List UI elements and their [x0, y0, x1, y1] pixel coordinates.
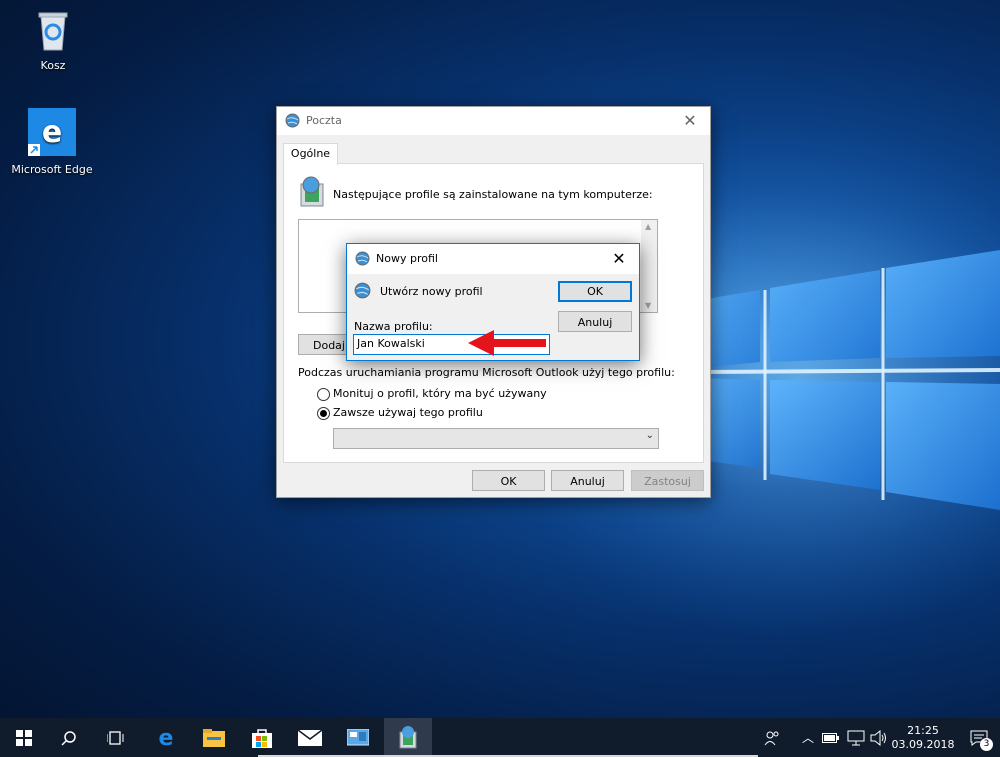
new-profile-ok-button[interactable]: OK [558, 281, 632, 302]
apply-button[interactable]: Zastosuj [631, 470, 704, 491]
battery-button[interactable] [820, 718, 842, 757]
search-button[interactable] [45, 718, 93, 757]
scroll-up-icon[interactable]: ▲ [645, 222, 651, 231]
task-view-icon [107, 730, 124, 745]
radio-prompt-label: Monituj o profil, który ma być używany [333, 387, 547, 400]
mail-dialog-titlebar[interactable]: Poczta ✕ [277, 107, 710, 135]
new-profile-header-text: Utwórz nowy profil [380, 285, 483, 298]
start-icon [16, 729, 32, 746]
taskbar-store[interactable] [238, 718, 286, 757]
taskbar-mail-profile-active[interactable] [384, 718, 432, 757]
network-button[interactable] [845, 718, 867, 757]
mail-globe-icon [355, 251, 370, 269]
start-button[interactable] [0, 718, 48, 757]
notification-badge: 3 [980, 738, 993, 751]
task-view-button[interactable] [92, 718, 140, 757]
new-profile-globe-icon [354, 282, 371, 302]
clock[interactable]: 21:25 03.09.2018 [891, 718, 955, 757]
profile-select[interactable]: ⌄ [333, 428, 659, 449]
network-icon [847, 730, 865, 745]
volume-button[interactable] [868, 718, 890, 757]
taskbar: e ︿ 21:25 03.09.2018 3 [0, 718, 1000, 757]
taskbar-file-explorer[interactable] [190, 718, 238, 757]
clock-date: 03.09.2018 [891, 737, 955, 751]
taskbar-control-panel[interactable] [334, 718, 382, 757]
scroll-down-icon[interactable]: ▼ [645, 301, 651, 310]
mail-profiles-icon [297, 176, 327, 211]
desktop-icon-label: Kosz [40, 59, 66, 72]
desktop-icon-label: Microsoft Edge [11, 163, 93, 176]
tab-general[interactable]: Ogólne [283, 143, 338, 165]
mail-profile-icon [399, 725, 417, 748]
chevron-up-icon: ︿ [801, 731, 814, 745]
profiles-header-text: Następujące profile są zainstalowane na … [333, 188, 653, 201]
profile-name-label: Nazwa profilu: [354, 320, 433, 333]
radio-prompt-profile[interactable] [317, 388, 330, 401]
clock-time: 21:25 [907, 723, 939, 737]
file-explorer-icon [203, 728, 225, 747]
search-icon [61, 730, 76, 746]
show-hidden-icons-button[interactable]: ︿ [798, 718, 818, 757]
desktop-icon-recycle-bin[interactable]: Kosz [10, 8, 96, 72]
edge-icon: e [159, 727, 174, 749]
people-button[interactable] [758, 718, 786, 757]
desktop-icon-edge[interactable]: e Microsoft Edge [9, 108, 95, 176]
recycle-bin-icon [38, 12, 68, 51]
svg-text:e: e [159, 727, 174, 749]
svg-text:e: e [42, 115, 62, 150]
new-profile-title: Nowy profil [376, 252, 438, 265]
new-profile-titlebar[interactable]: Nowy profil ✕ [347, 244, 639, 274]
edge-icon: e [28, 108, 76, 156]
startup-profile-label: Podczas uruchamiania programu Microsoft … [298, 366, 675, 379]
radio-always-use-profile[interactable] [317, 407, 330, 420]
desktop: { "desktop": { "icons": [ {"label": "Kos… [0, 0, 1000, 757]
taskbar-mail[interactable] [286, 718, 334, 757]
taskbar-edge[interactable]: e [142, 718, 190, 757]
control-panel-icon [347, 728, 369, 745]
battery-icon [822, 732, 839, 743]
profile-name-value: Jan Kowalski [357, 337, 425, 350]
mail-globe-icon [285, 113, 300, 131]
ok-button[interactable]: OK [472, 470, 545, 491]
close-icon[interactable]: ✕ [670, 107, 710, 135]
store-icon [252, 728, 272, 748]
action-center-button[interactable]: 3 [962, 718, 996, 757]
new-profile-cancel-button[interactable]: Anuluj [558, 311, 632, 332]
tab-label: Ogólne [290, 147, 331, 160]
mail-dialog-title: Poczta [306, 114, 342, 127]
cancel-button[interactable]: Anuluj [551, 470, 624, 491]
profiles-list-scrollbar[interactable]: ▲ ▼ [641, 220, 657, 312]
close-icon[interactable]: ✕ [599, 244, 639, 274]
people-icon [764, 731, 779, 745]
volume-icon [870, 729, 886, 746]
radio-always-label: Zawsze używaj tego profilu [333, 406, 483, 419]
mail-icon [298, 729, 322, 746]
red-arrow-icon [468, 330, 546, 356]
chevron-down-icon: ⌄ [645, 430, 654, 441]
